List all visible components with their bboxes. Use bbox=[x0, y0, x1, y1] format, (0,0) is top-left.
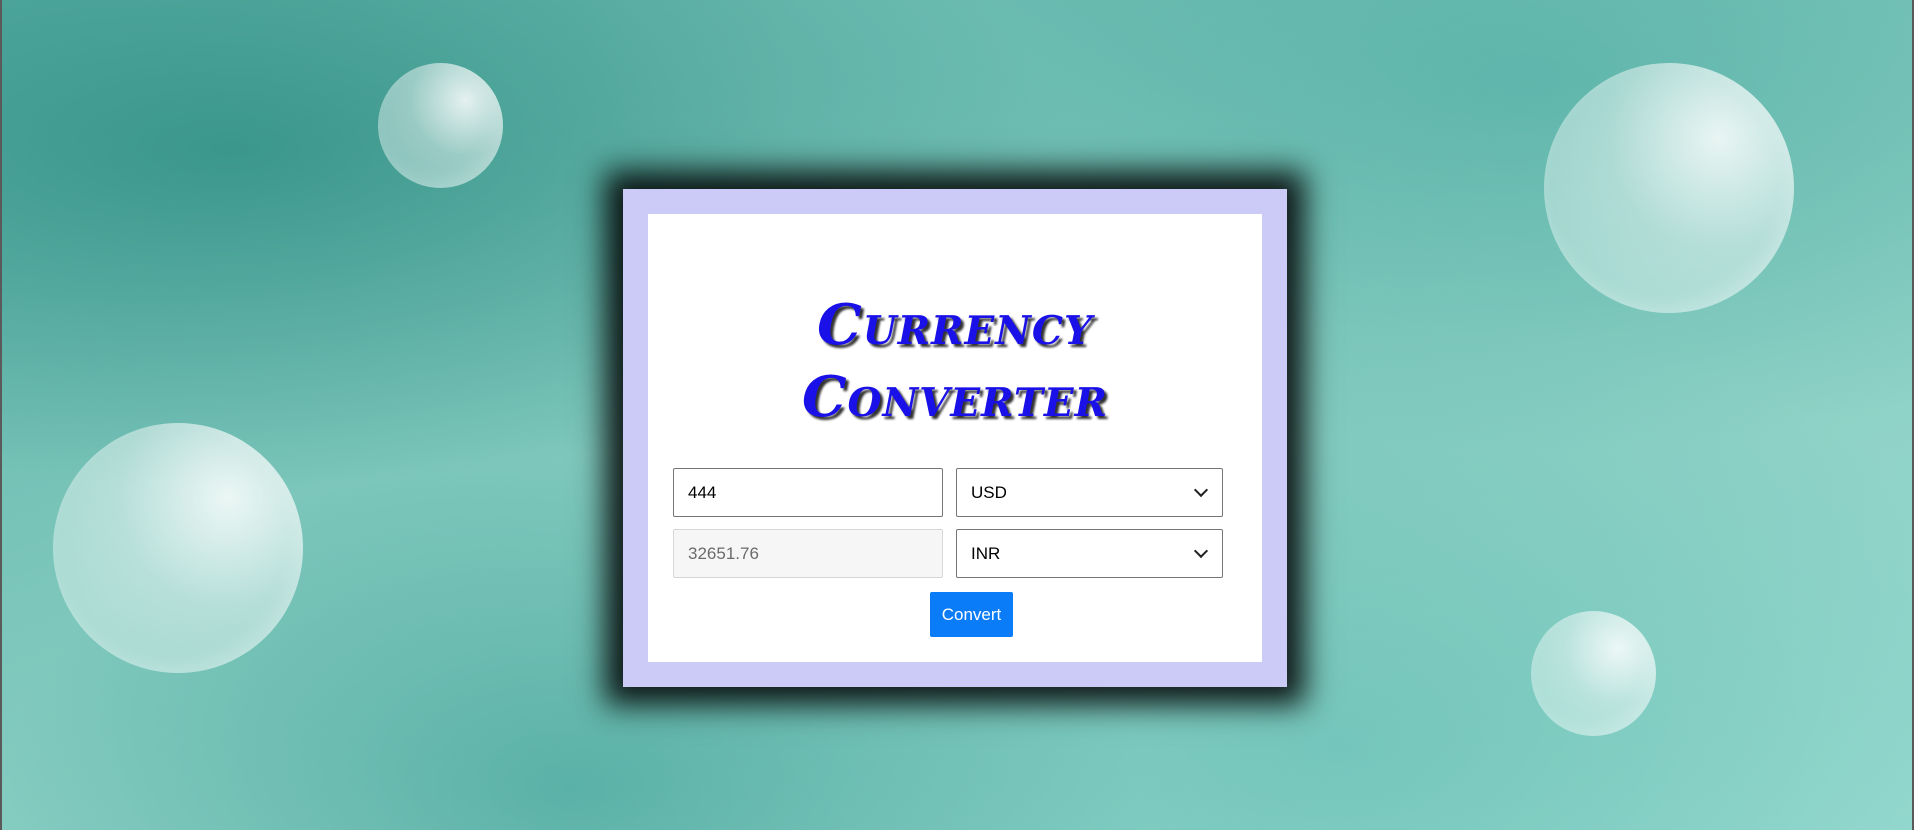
left-edge-border bbox=[0, 0, 2, 830]
convert-button[interactable]: Convert bbox=[930, 592, 1013, 637]
from-currency-select[interactable]: USD bbox=[956, 468, 1223, 517]
page-title-line2: Converter bbox=[801, 364, 1109, 430]
chevron-down-icon bbox=[1193, 482, 1209, 497]
decorative-bubble bbox=[1531, 611, 1656, 736]
page-title: Currency Converter bbox=[648, 289, 1262, 433]
to-currency-select[interactable]: INR bbox=[956, 529, 1223, 578]
decorative-bubble bbox=[53, 423, 303, 673]
chevron-down-icon bbox=[1193, 543, 1209, 558]
amount-input-value: 444 bbox=[688, 482, 717, 502]
converter-panel: Currency Converter 444 USD 32651.76 INR … bbox=[648, 214, 1262, 662]
decorative-bubble bbox=[1544, 63, 1794, 313]
amount-input[interactable]: 444 bbox=[673, 468, 943, 517]
from-currency-value: USD bbox=[971, 482, 1007, 502]
decorative-bubble bbox=[378, 63, 503, 188]
converter-card: Currency Converter 444 USD 32651.76 INR … bbox=[623, 189, 1287, 687]
converted-amount-field[interactable]: 32651.76 bbox=[673, 529, 943, 578]
converted-amount-value: 32651.76 bbox=[688, 543, 759, 563]
page-title-line1: Currency bbox=[817, 292, 1093, 358]
to-currency-value: INR bbox=[971, 543, 1001, 563]
